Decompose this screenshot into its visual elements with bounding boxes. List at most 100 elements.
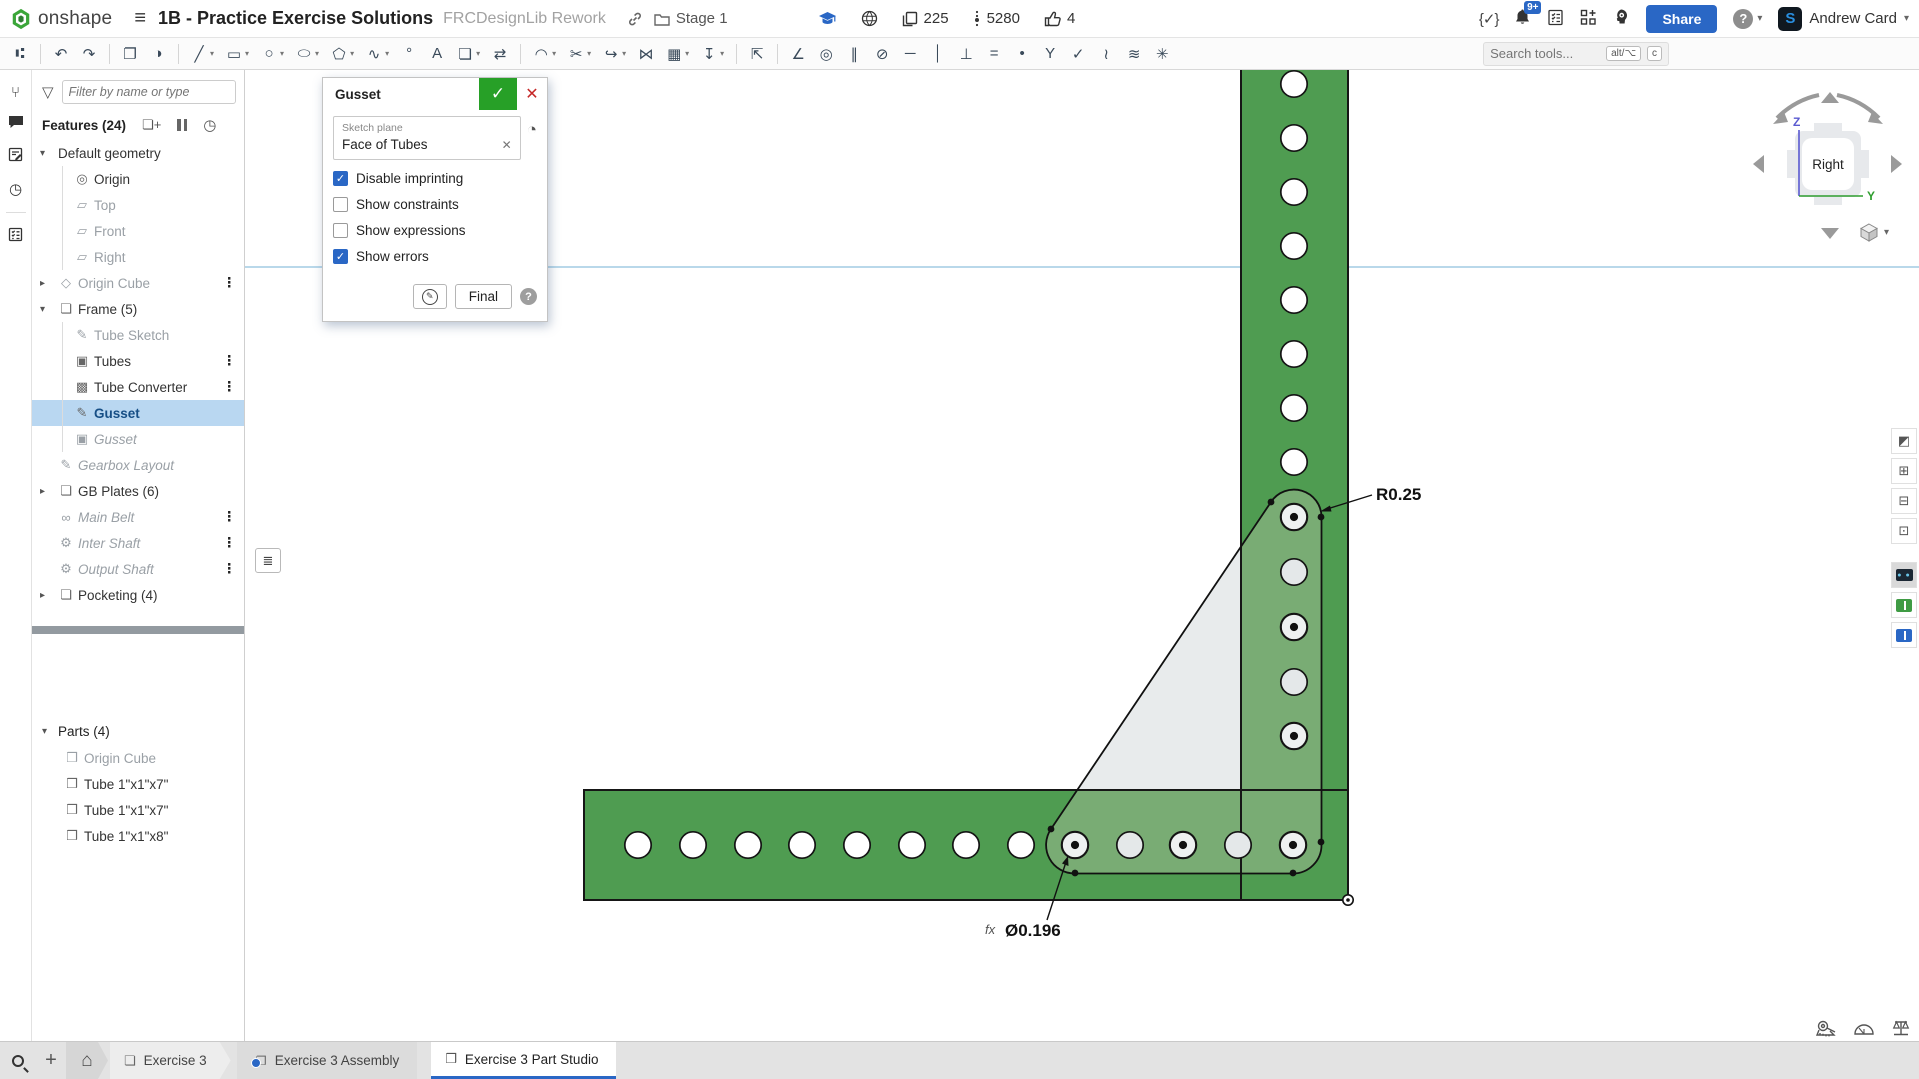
help-menu[interactable]: ? ▾ <box>1733 9 1762 29</box>
feature-menu-icon[interactable]: ⋮ <box>223 535 237 551</box>
feature-row[interactable]: ▣Gusset <box>32 426 244 452</box>
normal-constraint-icon[interactable]: ✓ <box>1066 43 1090 65</box>
checklist-icon[interactable] <box>8 227 23 246</box>
feature-menu-icon[interactable]: ⋮ <box>223 275 237 291</box>
slot-tool-icon-caret[interactable]: ▾ <box>315 49 319 58</box>
checkbox-checked-icon[interactable]: ✓ <box>333 249 348 264</box>
mirror-tool-icon[interactable]: ⋈ <box>634 43 658 65</box>
comment-icon[interactable] <box>8 115 24 133</box>
exit-sketch-button[interactable]: ✎ <box>413 284 447 309</box>
filter-icon[interactable]: ▽ <box>42 83 54 101</box>
dxf-tool-icon[interactable]: ↧▾ <box>697 43 728 65</box>
tab-exercise-3-part-studio[interactable]: ❒Exercise 3 Part Studio <box>431 1042 616 1079</box>
final-button[interactable]: Final <box>455 284 512 309</box>
suppress-icon[interactable] <box>177 119 187 131</box>
graphics-canvas[interactable]: R0.25 fx Ø0.196 <box>0 0 1919 1079</box>
undo-icon[interactable]: ↶ <box>49 43 73 65</box>
document-notes-icon[interactable] <box>8 147 23 166</box>
polygon-tool-icon[interactable]: ⬠▾ <box>327 43 358 65</box>
home-tab-button[interactable]: ⌂ <box>66 1042 108 1079</box>
stopwatch-icon[interactable]: ◷ <box>9 180 22 198</box>
feature-row[interactable]: ▸❏GB Plates (6) <box>32 478 244 504</box>
tab-exercise-3-assembly[interactable]: ❒Exercise 3 Assembly <box>237 1042 418 1079</box>
copies-stat[interactable]: 225 <box>902 10 949 27</box>
construction-tool-icon[interactable]: ❏▾ <box>453 43 484 65</box>
checkbox-unchecked-icon[interactable] <box>333 223 348 238</box>
appearance-panel-button[interactable]: ◩ <box>1891 428 1917 454</box>
feature-row[interactable]: ⚙Inter Shaft⋮ <box>32 530 244 556</box>
circle-tool-icon[interactable]: ○▾ <box>257 43 288 64</box>
checkbox-row[interactable]: Show constraints <box>333 197 537 212</box>
learning-icon[interactable] <box>1613 8 1630 29</box>
feature-row[interactable]: ∞Main Belt⋮ <box>32 504 244 530</box>
feature-row[interactable]: ▾❏Frame (5) <box>32 296 244 322</box>
tab-search-button[interactable] <box>0 1042 36 1079</box>
pierce-constraint-icon[interactable]: ≋ <box>1122 43 1146 65</box>
chevron-right-icon[interactable]: ▸ <box>40 590 56 601</box>
part-row[interactable]: ❒Tube 1"x1"x7" <box>32 771 244 797</box>
versions-icon[interactable]: ⑂ <box>11 84 20 101</box>
likes-stat[interactable]: 4 <box>1044 10 1075 27</box>
view-options-menu[interactable]: ▾ <box>1859 222 1889 242</box>
point-tool-icon[interactable]: ° <box>397 43 421 64</box>
blue-doc-panel-button[interactable] <box>1891 622 1917 648</box>
rotate-down-arrow[interactable] <box>1821 228 1839 239</box>
green-doc-panel-button[interactable] <box>1891 592 1917 618</box>
offset-tool-icon-caret[interactable]: ▾ <box>622 49 626 58</box>
paste-sketch-icon[interactable]: ❐ <box>118 43 142 65</box>
chevron-down-icon[interactable]: ▾ <box>40 304 56 315</box>
move-tool-icon[interactable]: ⇱ <box>745 43 769 65</box>
main-menu-icon[interactable]: ≡ <box>122 7 158 30</box>
trim-tool-icon-caret[interactable]: ▾ <box>587 49 591 58</box>
horizontal-constraint-icon[interactable]: ─ <box>898 43 922 64</box>
tangent-constraint-icon[interactable]: ⊘ <box>870 43 894 65</box>
symmetric-constraint-icon[interactable]: ≀ <box>1094 43 1118 65</box>
filter-input[interactable] <box>62 80 236 104</box>
perpendicular-constraint-icon[interactable]: ⊥ <box>954 43 978 65</box>
feature-row[interactable]: ▩Tube Converter⋮ <box>32 374 244 400</box>
feature-menu-icon[interactable]: ⋮ <box>223 561 237 577</box>
dialog-help-icon[interactable]: ? <box>520 288 537 305</box>
tasks-icon[interactable] <box>1547 9 1564 29</box>
feature-row[interactable]: ✎Gearbox Layout <box>32 452 244 478</box>
rollback-bar[interactable] <box>32 626 244 634</box>
pattern-tool-icon[interactable]: ▦▾ <box>662 43 693 65</box>
workspace-breadcrumb[interactable]: Stage 1 <box>654 10 728 27</box>
concentric-constraint-icon[interactable]: ◎ <box>814 43 838 65</box>
chevron-down-icon[interactable]: ▾ <box>40 148 56 159</box>
checkbox-unchecked-icon[interactable] <box>333 197 348 212</box>
bom-panel-button[interactable]: ⊡ <box>1891 518 1917 544</box>
link-icon[interactable] <box>627 11 643 27</box>
named-views-panel-button[interactable]: ⊞ <box>1891 458 1917 484</box>
dxf-tool-icon-caret[interactable]: ▾ <box>720 49 724 58</box>
part-row[interactable]: ❒Tube 1"x1"x8" <box>32 823 244 849</box>
apps-icon[interactable] <box>1580 9 1597 29</box>
feature-row[interactable]: ✎Gusset <box>32 400 244 426</box>
construction-tool-icon-caret[interactable]: ▾ <box>476 49 480 58</box>
polygon-tool-icon-caret[interactable]: ▾ <box>350 49 354 58</box>
redo-icon[interactable]: ↷ <box>77 43 101 65</box>
document-title[interactable]: 1B - Practice Exercise Solutions <box>158 8 433 29</box>
new-tab-button[interactable]: + <box>36 1042 66 1079</box>
app-panel-button[interactable]: ● ● <box>1891 562 1917 588</box>
measure-tape-icon[interactable] <box>1815 1019 1837 1037</box>
tool-search[interactable]: alt/⌥ c <box>1483 42 1669 66</box>
coincident-constraint-icon[interactable]: ∠ <box>786 43 810 65</box>
text-tool-icon[interactable]: A <box>425 43 449 64</box>
part-row[interactable]: ❒Tube 1"x1"x7" <box>32 797 244 823</box>
part-row[interactable]: ❒Origin Cube <box>32 745 244 771</box>
midpoint-constraint-icon[interactable]: • <box>1010 43 1034 64</box>
checkbox-row[interactable]: Show expressions <box>333 223 537 238</box>
feature-row[interactable]: ▸❏Pocketing (4) <box>32 582 244 608</box>
spline-tool-icon-caret[interactable]: ▾ <box>385 49 389 58</box>
feature-menu-icon[interactable]: ⋮ <box>223 379 237 395</box>
trim-tool-icon[interactable]: ✂▾ <box>564 43 595 65</box>
parts-header[interactable]: ▾ Parts (4) <box>32 718 244 745</box>
sketch-list-button[interactable]: ≣ <box>255 548 281 573</box>
checkbox-checked-icon[interactable]: ✓ <box>333 171 348 186</box>
feature-row[interactable]: ▱Top <box>32 192 244 218</box>
clear-selection-icon[interactable]: ✕ <box>502 138 512 152</box>
rectangle-tool-icon[interactable]: ▭▾ <box>222 43 253 65</box>
tool-search-input[interactable] <box>1490 46 1600 61</box>
chevron-right-icon[interactable]: ▸ <box>40 278 56 289</box>
